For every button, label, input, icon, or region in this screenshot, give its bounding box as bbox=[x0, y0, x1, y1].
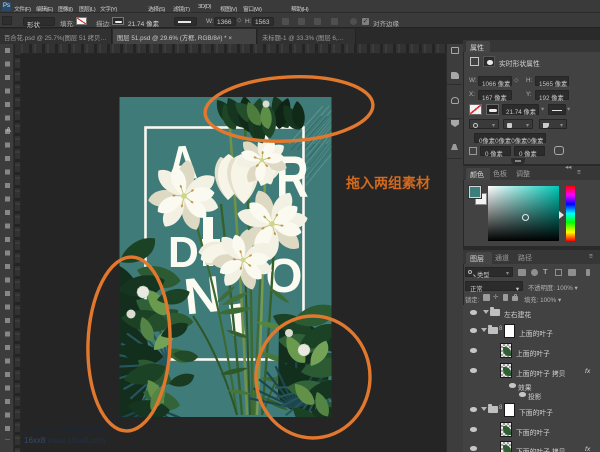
svg-text:拖入两组素材: 拖入两组素材 bbox=[346, 175, 430, 191]
